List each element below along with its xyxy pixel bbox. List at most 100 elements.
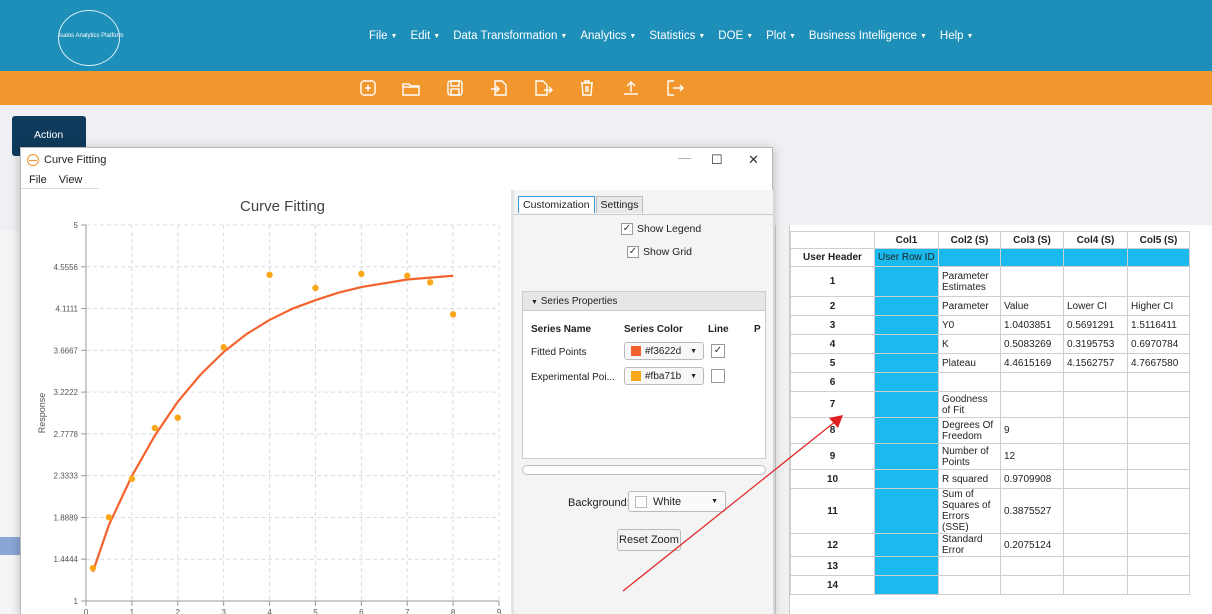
table-cell[interactable]: 0.3195753 xyxy=(1063,334,1128,354)
column-header[interactable]: Col5 (S) xyxy=(1127,231,1190,249)
table-cell[interactable] xyxy=(874,575,939,595)
column-header[interactable]: Col1 xyxy=(874,231,939,249)
table-cell[interactable] xyxy=(1000,372,1064,392)
table-cell[interactable] xyxy=(1127,391,1190,418)
table-cell[interactable]: 0.2075124 xyxy=(1000,533,1064,557)
series-table-scrollbar[interactable] xyxy=(522,465,766,475)
table-cell[interactable] xyxy=(874,296,939,316)
spreadsheet-vertical-scrollbar[interactable] xyxy=(776,225,790,614)
table-cell[interactable]: 4.4615169 xyxy=(1000,353,1064,373)
table-cell[interactable]: Number of Points xyxy=(938,443,1001,470)
table-cell[interactable]: R squared xyxy=(938,469,1001,489)
table-cell[interactable] xyxy=(1000,575,1064,595)
row-number[interactable]: 1 xyxy=(790,266,875,297)
menu-statistics[interactable]: Statistics ▼ xyxy=(649,30,705,42)
row-number[interactable]: 8 xyxy=(790,417,875,444)
row-number[interactable]: 4 xyxy=(790,334,875,354)
table-cell[interactable]: Goodness of Fit xyxy=(938,391,1001,418)
menu-doe[interactable]: DOE ▼ xyxy=(718,30,753,42)
table-cell[interactable] xyxy=(938,372,1001,392)
table-cell[interactable] xyxy=(1127,575,1190,595)
menu-analytics[interactable]: Analytics ▼ xyxy=(580,30,636,42)
table-cell[interactable] xyxy=(874,391,939,418)
table-cell[interactable] xyxy=(874,372,939,392)
table-cell[interactable]: 9 xyxy=(1000,417,1064,444)
table-cell[interactable] xyxy=(1063,417,1128,444)
menu-help[interactable]: Help ▼ xyxy=(940,30,974,42)
menu-plot[interactable]: Plot ▼ xyxy=(766,30,796,42)
table-cell[interactable] xyxy=(874,353,939,373)
table-cell[interactable] xyxy=(1063,391,1128,418)
table-cell[interactable] xyxy=(1063,372,1128,392)
table-cell[interactable] xyxy=(1127,417,1190,444)
minimize-icon[interactable]: — xyxy=(678,150,691,165)
table-cell[interactable]: 0.5083269 xyxy=(1000,334,1064,354)
tab-settings[interactable]: Settings xyxy=(595,196,644,213)
maximize-icon[interactable]: ☐ xyxy=(711,152,723,168)
row-number[interactable]: 12 xyxy=(790,533,875,557)
header-cell[interactable] xyxy=(938,248,1001,267)
table-cell[interactable] xyxy=(1127,372,1190,392)
row-number[interactable]: 2 xyxy=(790,296,875,316)
table-cell[interactable]: Standard Error xyxy=(938,533,1001,557)
table-cell[interactable]: Value xyxy=(1000,296,1064,316)
dialog-menu-file[interactable]: File xyxy=(29,174,47,186)
table-cell[interactable]: 0.5691291 xyxy=(1063,315,1128,335)
table-cell[interactable]: Higher CI xyxy=(1127,296,1190,316)
table-cell[interactable] xyxy=(1000,266,1064,297)
column-header[interactable]: Col2 (S) xyxy=(938,231,1001,249)
show-grid-toggle[interactable]: ✓ Show Grid xyxy=(627,246,692,258)
app-logo[interactable]: Isalos Analytics Platform xyxy=(58,10,124,66)
dialog-menu-view[interactable]: View xyxy=(59,174,83,186)
table-cell[interactable]: K xyxy=(938,334,1001,354)
table-cell[interactable]: Parameter Estimates xyxy=(938,266,1001,297)
table-cell[interactable]: Degrees Of Freedom xyxy=(938,417,1001,444)
experimental-color-picker[interactable]: #fba71b ▼ xyxy=(624,367,704,385)
table-cell[interactable] xyxy=(1127,266,1190,297)
row-number[interactable]: 13 xyxy=(790,556,875,576)
menu-edit[interactable]: Edit ▼ xyxy=(410,30,440,42)
user-row-id-cell[interactable]: User Row ID xyxy=(874,248,939,267)
series-properties-header[interactable]: ▼ Series Properties xyxy=(523,292,765,311)
table-cell[interactable]: Plateau xyxy=(938,353,1001,373)
table-cell[interactable] xyxy=(874,266,939,297)
export-icon[interactable] xyxy=(533,79,553,97)
table-cell[interactable] xyxy=(938,556,1001,576)
show-legend-toggle[interactable]: ✓ Show Legend xyxy=(621,223,701,235)
column-header[interactable]: Col4 (S) xyxy=(1063,231,1128,249)
table-cell[interactable]: 0.9709908 xyxy=(1000,469,1064,489)
row-number[interactable]: 7 xyxy=(790,391,875,418)
header-cell[interactable] xyxy=(1063,248,1128,267)
header-cell[interactable] xyxy=(1127,248,1190,267)
table-cell[interactable] xyxy=(1063,469,1128,489)
exit-icon[interactable] xyxy=(665,79,685,97)
table-cell[interactable]: 0.3875527 xyxy=(1000,488,1064,534)
row-number[interactable]: 11 xyxy=(790,488,875,534)
table-cell[interactable] xyxy=(1063,488,1128,534)
table-cell[interactable] xyxy=(874,469,939,489)
row-number[interactable]: 10 xyxy=(790,469,875,489)
tab-customization[interactable]: Customization xyxy=(518,196,595,213)
table-cell[interactable] xyxy=(1127,469,1190,489)
import-icon[interactable] xyxy=(489,79,509,97)
table-cell[interactable]: 0.6970784 xyxy=(1127,334,1190,354)
table-cell[interactable]: 12 xyxy=(1000,443,1064,470)
table-cell[interactable]: 4.1562757 xyxy=(1063,353,1128,373)
table-cell[interactable] xyxy=(874,334,939,354)
table-cell[interactable] xyxy=(1063,266,1128,297)
table-cell[interactable]: Sum of Squares of Errors (SSE) xyxy=(938,488,1001,534)
row-number[interactable]: 3 xyxy=(790,315,875,335)
row-number[interactable]: 9 xyxy=(790,443,875,470)
show-grid-checkbox[interactable]: ✓ xyxy=(627,246,639,258)
reset-zoom-button[interactable]: Reset Zoom xyxy=(617,529,681,551)
close-icon[interactable]: ✕ xyxy=(748,152,759,168)
save-icon[interactable] xyxy=(445,79,465,97)
table-cell[interactable]: 1.0403851 xyxy=(1000,315,1064,335)
upload-icon[interactable] xyxy=(621,79,641,97)
table-cell[interactable]: Y0 xyxy=(938,315,1001,335)
table-cell[interactable] xyxy=(874,556,939,576)
background-select[interactable]: White ▼ xyxy=(628,491,726,512)
table-cell[interactable] xyxy=(1127,443,1190,470)
table-cell[interactable]: Lower CI xyxy=(1063,296,1128,316)
menu-file[interactable]: File ▼ xyxy=(369,30,397,42)
